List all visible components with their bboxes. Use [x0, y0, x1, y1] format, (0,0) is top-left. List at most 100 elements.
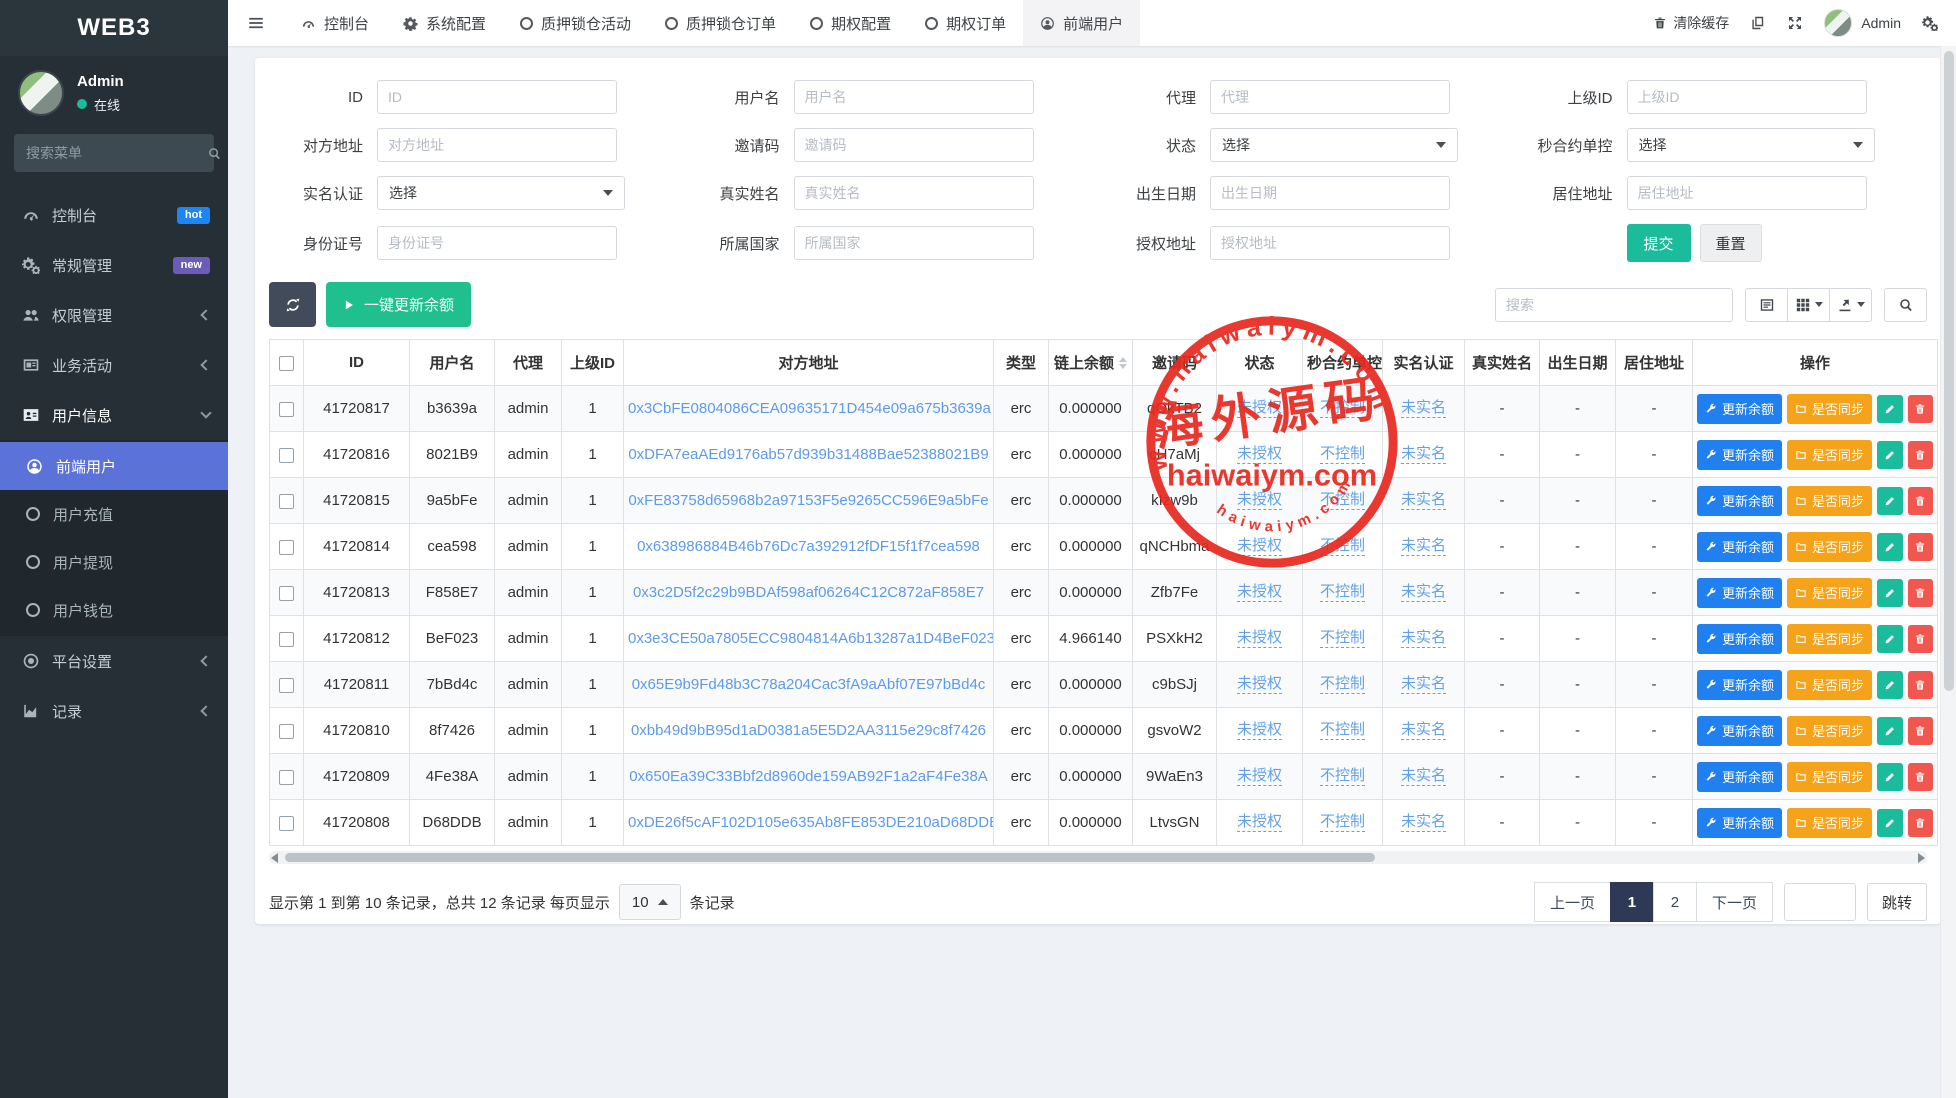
id-filter-input[interactable] — [377, 80, 617, 114]
row-checkbox[interactable] — [279, 402, 294, 417]
agent-filter-input[interactable] — [1210, 80, 1450, 114]
delete-button[interactable] — [1908, 763, 1933, 791]
status-link[interactable]: 未授权 — [1237, 537, 1282, 557]
select-all-checkbox[interactable] — [279, 356, 294, 371]
scroll-right-arrow-icon[interactable] — [1918, 853, 1925, 863]
kyc-link[interactable]: 未实名 — [1401, 491, 1446, 511]
update-balance-button[interactable]: 更新余额 — [1697, 394, 1782, 424]
tab-staking-activity[interactable]: 质押锁仓活动 — [503, 0, 648, 46]
page-button-2[interactable]: 2 — [1653, 882, 1697, 922]
kyc-link[interactable]: 未实名 — [1401, 445, 1446, 465]
status-link[interactable]: 未授权 — [1237, 445, 1282, 465]
submit-button[interactable]: 提交 — [1627, 224, 1691, 262]
delete-button[interactable] — [1908, 671, 1933, 699]
address-link[interactable]: 0xFE83758d65968b2a97153F5e9265CC596E9a5b… — [628, 492, 988, 509]
edit-button[interactable] — [1877, 809, 1902, 837]
row-checkbox[interactable] — [279, 770, 294, 785]
edit-button[interactable] — [1877, 763, 1902, 791]
row-checkbox[interactable] — [279, 632, 294, 647]
kyc-link[interactable]: 未实名 — [1401, 813, 1446, 833]
control-link[interactable]: 不控制 — [1320, 399, 1365, 419]
username-filter-input[interactable] — [794, 80, 1034, 114]
tab-dashboard[interactable]: 控制台 — [284, 0, 386, 46]
menu-toggle-button[interactable] — [228, 0, 284, 46]
control-link[interactable]: 不控制 — [1320, 583, 1365, 603]
address-link[interactable]: 0xDE26f5cAF102D105e635Ab8FE853DE210aD68D… — [628, 814, 994, 831]
edit-button[interactable] — [1877, 671, 1902, 699]
search-button[interactable] — [1884, 288, 1927, 322]
address-link[interactable]: 0xDFA7eaAEd9176ab57d939b31488Bae52388021… — [628, 446, 988, 463]
tab-options-orders[interactable]: 期权订单 — [908, 0, 1023, 46]
sidebar-item-user-info[interactable]: 用户信息 — [0, 390, 228, 440]
update-balance-button[interactable]: 更新余额 — [1697, 486, 1782, 516]
kyc-link[interactable]: 未实名 — [1401, 583, 1446, 603]
export-button[interactable] — [1829, 288, 1872, 322]
avatar[interactable] — [18, 70, 64, 116]
address-filter-input[interactable] — [377, 128, 617, 162]
edit-button[interactable] — [1877, 441, 1902, 469]
sync-button[interactable]: 是否同步 — [1787, 670, 1872, 700]
delete-button[interactable] — [1908, 625, 1933, 653]
delete-button[interactable] — [1908, 533, 1933, 561]
kyc-filter-select[interactable]: 选择 — [377, 176, 625, 210]
kyc-link[interactable]: 未实名 — [1401, 767, 1446, 787]
sidebar-item-records[interactable]: 记录 — [0, 686, 228, 736]
edit-button[interactable] — [1877, 395, 1902, 423]
sidebar-item-user-deposit[interactable]: 用户充值 — [0, 490, 228, 538]
scroll-left-arrow-icon[interactable] — [271, 853, 278, 863]
sidebar-item-permissions[interactable]: 权限管理 — [0, 290, 228, 340]
page-size-select[interactable]: 10 — [619, 884, 681, 920]
edit-button[interactable] — [1877, 579, 1902, 607]
sidebar-item-frontend-users[interactable]: 前端用户 — [0, 442, 228, 490]
sync-button[interactable]: 是否同步 — [1787, 394, 1872, 424]
row-checkbox[interactable] — [279, 724, 294, 739]
address-link[interactable]: 0x3e3CE50a7805ECC9804814A6b13287a1D4BeF0… — [628, 630, 994, 647]
vertical-scrollbar[interactable] — [1940, 46, 1956, 1098]
control-link[interactable]: 不控制 — [1320, 675, 1365, 695]
sync-button[interactable]: 是否同步 — [1787, 808, 1872, 838]
control-link[interactable]: 不控制 — [1320, 813, 1365, 833]
reset-button[interactable]: 重置 — [1700, 224, 1762, 262]
tab-system-config[interactable]: 系统配置 — [386, 0, 503, 46]
sidebar-search-input[interactable] — [26, 145, 207, 161]
sync-button[interactable]: 是否同步 — [1787, 716, 1872, 746]
kyc-link[interactable]: 未实名 — [1401, 675, 1446, 695]
address-link[interactable]: 0xbb49d9bB95d1aD0381a5E5D2AA3115e29c8f74… — [631, 722, 986, 739]
delete-button[interactable] — [1908, 717, 1933, 745]
columns-button[interactable] — [1787, 288, 1830, 322]
id-number-filter-input[interactable] — [377, 226, 617, 260]
copy-page-button[interactable] — [1750, 15, 1766, 31]
status-link[interactable]: 未授权 — [1237, 675, 1282, 695]
address-link[interactable]: 0x650Ea39C33Bbf2d8960de159AB92F1a2aF4Fe3… — [629, 768, 988, 785]
sync-button[interactable]: 是否同步 — [1787, 624, 1872, 654]
status-link[interactable]: 未授权 — [1237, 399, 1282, 419]
update-balance-button[interactable]: 更新余额 — [1697, 716, 1782, 746]
edit-button[interactable] — [1877, 625, 1902, 653]
row-checkbox[interactable] — [279, 448, 294, 463]
control-link[interactable]: 不控制 — [1320, 491, 1365, 511]
kyc-link[interactable]: 未实名 — [1401, 721, 1446, 741]
status-link[interactable]: 未授权 — [1237, 491, 1282, 511]
status-link[interactable]: 未授权 — [1237, 767, 1282, 787]
sync-button[interactable]: 是否同步 — [1787, 578, 1872, 608]
edit-button[interactable] — [1877, 533, 1902, 561]
table-search-input[interactable] — [1495, 288, 1733, 322]
detail-view-button[interactable] — [1745, 288, 1788, 322]
horizontal-scrollbar-thumb[interactable] — [285, 853, 1375, 862]
sync-button[interactable]: 是否同步 — [1787, 762, 1872, 792]
control-link[interactable]: 不控制 — [1320, 767, 1365, 787]
next-page-button[interactable]: 下一页 — [1696, 882, 1773, 922]
row-checkbox[interactable] — [279, 494, 294, 509]
sync-button[interactable]: 是否同步 — [1787, 440, 1872, 470]
admin-menu[interactable]: Admin — [1824, 9, 1901, 37]
address-link[interactable]: 0x638986884B46b76Dc7a392912fDF15f1f7cea5… — [637, 538, 980, 555]
row-checkbox[interactable] — [279, 586, 294, 601]
sidebar-item-user-wallet[interactable]: 用户钱包 — [0, 586, 228, 634]
clear-cache-button[interactable]: 清除缓存 — [1653, 13, 1729, 33]
country-filter-input[interactable] — [794, 226, 1034, 260]
update-balance-button[interactable]: 更新余额 — [1697, 624, 1782, 654]
page-button-1[interactable]: 1 — [1610, 882, 1654, 922]
refresh-button[interactable] — [269, 282, 316, 327]
jump-button[interactable]: 跳转 — [1867, 883, 1927, 921]
control-link[interactable]: 不控制 — [1320, 629, 1365, 649]
